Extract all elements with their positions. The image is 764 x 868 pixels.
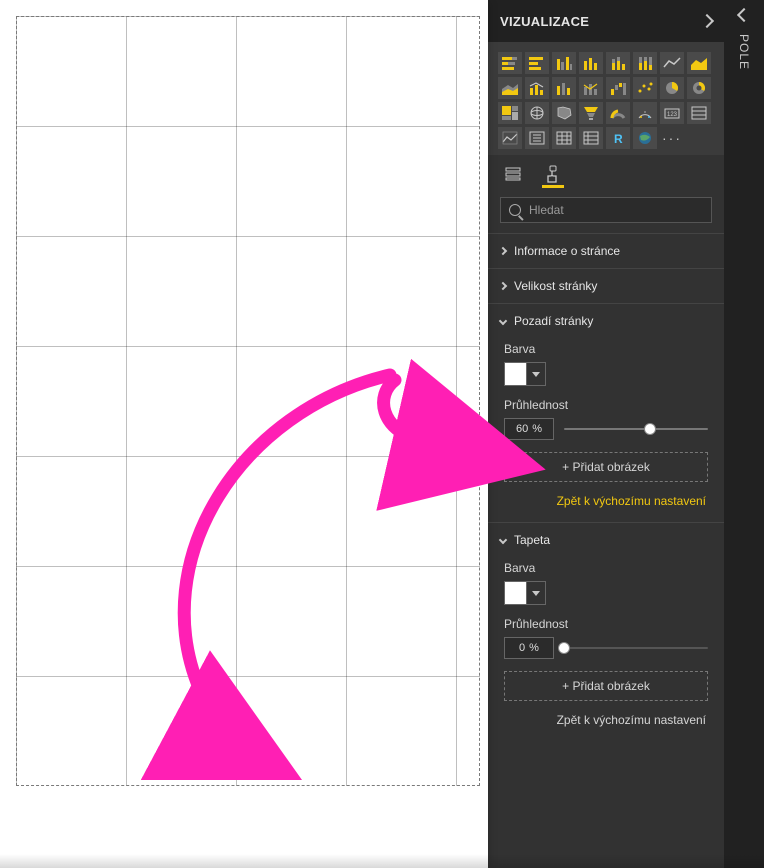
viz-tile-pie[interactable] (660, 77, 684, 99)
visualizations-header[interactable]: VIZUALIZACE (488, 0, 724, 42)
viz-tile-kpi[interactable] (633, 102, 657, 124)
unit: % (532, 423, 542, 435)
value: 0 (519, 642, 525, 654)
color-swatch (505, 582, 527, 604)
transparency-label: Průhlednost (504, 398, 708, 412)
background-transparency-input[interactable]: 60 % (504, 418, 554, 440)
viz-tile-card[interactable]: 123 (660, 102, 684, 124)
viz-tile-more[interactable]: ··· (660, 127, 684, 149)
svg-text:123: 123 (667, 112, 678, 118)
chevron-left-icon (737, 8, 751, 22)
viz-tile-arcgis[interactable] (633, 127, 657, 149)
wallpaper-reset-link[interactable]: Zpět k výchozímu nastavení (504, 713, 708, 727)
chevron-right-icon (499, 282, 507, 290)
search-input[interactable] (529, 203, 703, 217)
section-page-info[interactable]: Informace o stránce (488, 234, 724, 268)
viz-tile-stacked-bar[interactable] (498, 52, 522, 74)
search-input-wrap[interactable] (500, 197, 712, 223)
viz-tile-treemap[interactable] (498, 102, 522, 124)
viz-tile-donut[interactable] (687, 77, 711, 99)
svg-text:R: R (614, 132, 623, 146)
viz-tile-waterfall[interactable] (606, 77, 630, 99)
viz-tile-line-column2[interactable] (579, 77, 603, 99)
viz-tile-table[interactable] (552, 127, 576, 149)
background-transparency-slider[interactable] (564, 428, 708, 430)
search-icon (509, 204, 521, 216)
tab-fields[interactable] (502, 161, 524, 187)
report-page[interactable] (16, 16, 480, 786)
section-page-size[interactable]: Velikost stránky (488, 269, 724, 303)
viz-tile-line[interactable] (660, 52, 684, 74)
viz-tile-kpi2[interactable] (498, 127, 522, 149)
viz-tile-map[interactable] (525, 102, 549, 124)
fields-panel-title: POLE (737, 34, 751, 70)
fields-panel-collapsed[interactable]: POLE (724, 0, 764, 868)
viz-tile-line-column[interactable] (525, 77, 549, 99)
color-label: Barva (504, 342, 708, 356)
section-wallpaper[interactable]: Tapeta (488, 523, 724, 557)
background-color-picker[interactable] (504, 362, 546, 386)
chevron-right-icon (499, 247, 507, 255)
section-label: Pozadí stránky (514, 314, 593, 328)
viz-tile-100-column[interactable] (633, 52, 657, 74)
visualizations-panel: VIZUALIZACE 123 R (488, 0, 724, 868)
report-canvas[interactable] (0, 0, 488, 868)
viz-tile-r[interactable]: R (606, 127, 630, 149)
visualizations-title: VIZUALIZACE (500, 14, 589, 29)
visualization-gallery: 123 R ··· (488, 42, 724, 155)
viz-tile-stacked-area[interactable] (498, 77, 522, 99)
wallpaper-transparency-input[interactable]: 0 % (504, 637, 554, 659)
viz-tile-slicer[interactable] (525, 127, 549, 149)
viz-tile-clustered-column[interactable] (552, 52, 576, 74)
viz-tile-bar[interactable] (525, 52, 549, 74)
viz-tile-multi-card[interactable] (687, 102, 711, 124)
dropdown-icon (527, 363, 545, 385)
section-label: Tapeta (514, 533, 550, 547)
color-label: Barva (504, 561, 708, 575)
value: 60 (516, 423, 528, 435)
section-label: Informace o stránce (514, 244, 620, 258)
viz-tile-filled-map[interactable] (552, 102, 576, 124)
viz-tile-matrix[interactable] (579, 127, 603, 149)
wallpaper-add-image-button[interactable]: + Přidat obrázek (504, 671, 708, 701)
wallpaper-transparency-slider[interactable] (564, 647, 708, 649)
viz-tile-stacked-column[interactable] (606, 52, 630, 74)
background-reset-link[interactable]: Zpět k výchozímu nastavení (504, 494, 708, 508)
unit: % (529, 642, 539, 654)
chevron-down-icon (499, 536, 507, 544)
viz-tile-gauge[interactable] (606, 102, 630, 124)
chevron-down-icon (499, 317, 507, 325)
viz-tile-scatter[interactable] (633, 77, 657, 99)
viz-tile-funnel[interactable] (579, 102, 603, 124)
tab-format[interactable] (542, 161, 564, 187)
chevron-right-icon (700, 14, 714, 28)
wallpaper-color-picker[interactable] (504, 581, 546, 605)
transparency-label: Průhlednost (504, 617, 708, 631)
dropdown-icon (527, 582, 545, 604)
section-page-background[interactable]: Pozadí stránky (488, 304, 724, 338)
color-swatch (505, 363, 527, 385)
viz-tile-column[interactable] (579, 52, 603, 74)
section-label: Velikost stránky (514, 279, 597, 293)
viz-tile-ribbon[interactable] (552, 77, 576, 99)
pane-tabs (488, 155, 724, 187)
viz-tile-area[interactable] (687, 52, 711, 74)
background-add-image-button[interactable]: + Přidat obrázek (504, 452, 708, 482)
